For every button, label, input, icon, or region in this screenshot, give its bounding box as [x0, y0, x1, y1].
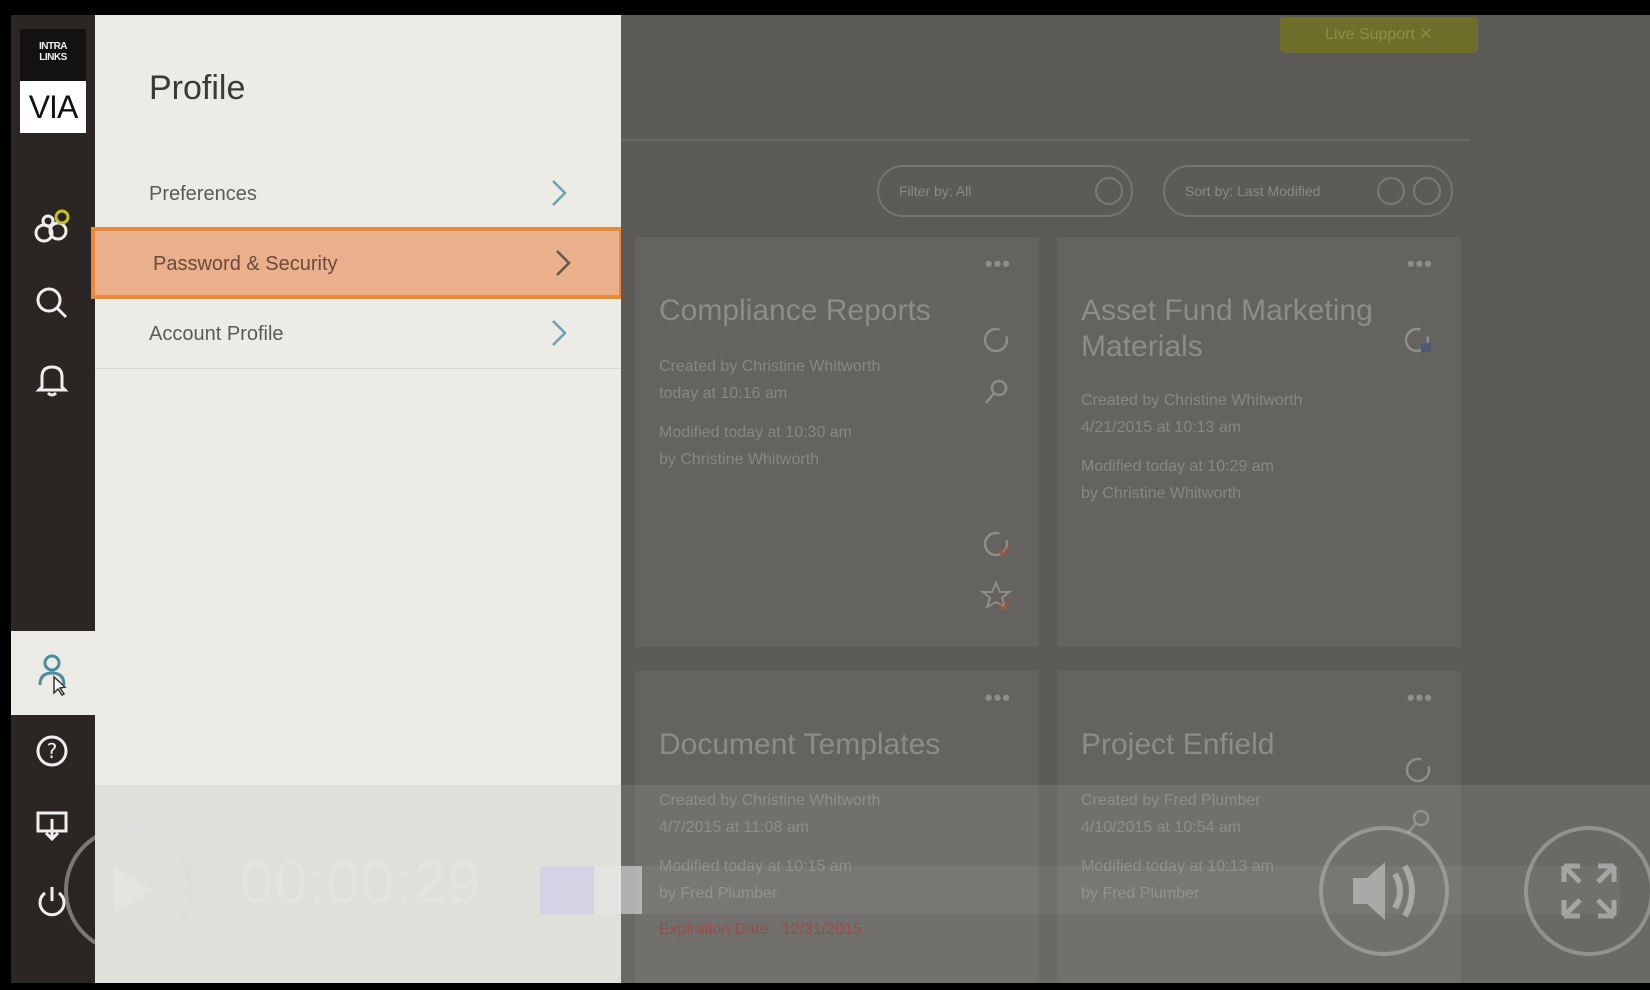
sync-icon [979, 323, 1013, 357]
exchange-card[interactable]: ••• Asset Fund Marketing Materials Creat… [1057, 237, 1461, 647]
chevron-right-icon [549, 177, 569, 209]
sort-direction-icon[interactable] [1413, 177, 1441, 205]
sync-check-icon [979, 527, 1013, 561]
logo-bottom-text: VIA [20, 81, 86, 133]
panel-title: Profile [149, 69, 246, 107]
card-title: Asset Fund Marketing Materials [1081, 294, 1373, 363]
bell-icon[interactable] [28, 355, 76, 403]
intralinks-via-logo[interactable]: INTRA LINKS VIA [20, 29, 86, 151]
sync-lock-icon [1401, 323, 1435, 357]
filter-dropdown[interactable]: Filter by: All [877, 165, 1133, 217]
card-title: Document Templates [659, 728, 941, 761]
playback-timestamp: 00:00:29 [240, 849, 482, 916]
exchange-card[interactable]: ••• Compliance Reports Created by Christ… [635, 237, 1039, 647]
star-check-icon [979, 579, 1013, 613]
sync-icon [1401, 753, 1435, 787]
more-options-icon[interactable]: ••• [985, 685, 1011, 711]
chevron-right-icon [553, 247, 573, 279]
divider [95, 368, 621, 369]
menu-item-label: Preferences [149, 183, 257, 205]
svg-text:?: ? [47, 739, 58, 763]
divider [621, 139, 1470, 141]
menu-item-preferences[interactable]: Preferences [95, 157, 621, 229]
logo-top-text: INTRA LINKS [20, 29, 86, 81]
chevron-right-icon [549, 317, 569, 349]
chevron-down-icon [1377, 177, 1405, 205]
volume-button[interactable] [1319, 826, 1449, 956]
card-created: Created by Christine Whitworth 4/21/2015 … [1081, 392, 1303, 436]
more-options-icon[interactable]: ••• [985, 251, 1011, 277]
card-title: Project Enfield [1081, 728, 1275, 761]
pin-icon [979, 375, 1013, 409]
search-icon[interactable] [28, 279, 76, 327]
chevron-down-icon [1095, 177, 1123, 205]
progress-bar[interactable] [540, 866, 1620, 914]
card-title: Compliance Reports [659, 294, 931, 327]
more-options-icon[interactable]: ••• [1407, 251, 1433, 277]
user-icon[interactable] [28, 649, 76, 697]
menu-item-password-security[interactable]: Password & Security [91, 227, 623, 299]
progress-fill [540, 866, 594, 914]
exchanges-icon[interactable] [28, 203, 76, 251]
live-support-label: Live Support [1325, 26, 1415, 43]
help-icon[interactable]: ? [28, 727, 76, 775]
fullscreen-button[interactable] [1524, 826, 1650, 956]
sort-label: Sort by: Last Modified [1185, 183, 1321, 199]
filter-label: Filter by: All [899, 183, 972, 199]
more-options-icon[interactable]: ••• [1407, 685, 1433, 711]
menu-item-account-profile[interactable]: Account Profile [95, 297, 621, 369]
menu-item-label: Password & Security [153, 253, 338, 275]
card-modified: Modified today at 10:29 am by Christine W… [1081, 458, 1275, 502]
card-modified: Modified today at 10:30 am by Christine W… [659, 424, 853, 468]
progress-handle[interactable] [594, 866, 642, 914]
live-support-button[interactable]: Live Support ✕ [1280, 17, 1478, 53]
menu-item-label: Account Profile [149, 323, 284, 345]
card-created: Created by Christine Whitworth today at 1… [659, 358, 881, 402]
sort-dropdown[interactable]: Sort by: Last Modified [1163, 165, 1453, 217]
play-button[interactable] [64, 826, 192, 954]
